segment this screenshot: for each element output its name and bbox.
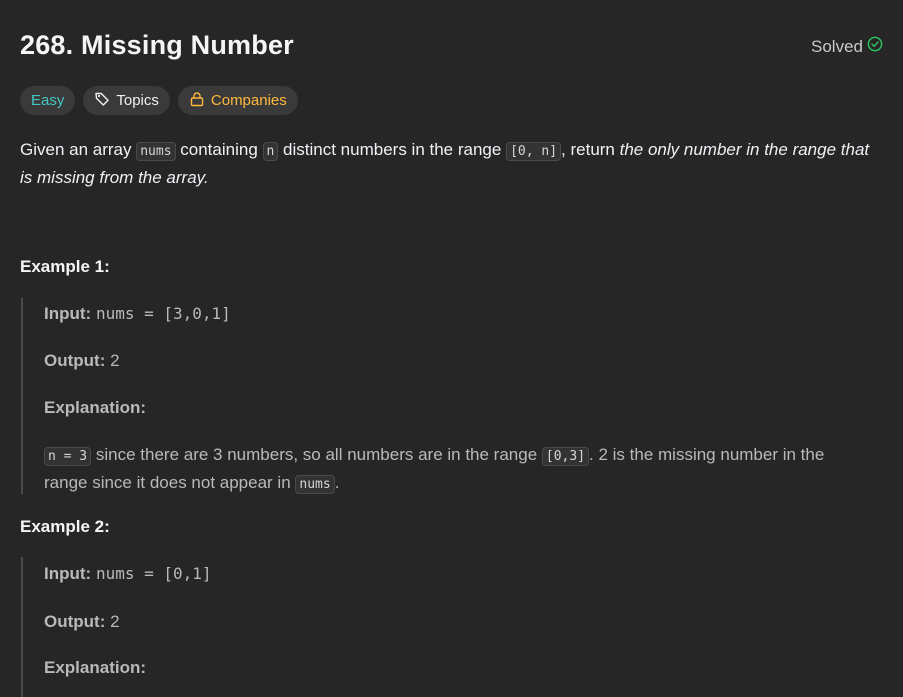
explanation-text: since there are 3 numbers, so all number… [91,445,542,464]
example-1-explanation: n = 3 since there are 3 numbers, so all … [44,442,864,498]
inline-code: nums [295,475,335,494]
inline-code: [0, n] [506,142,562,161]
description-text: distinct numbers in the range [278,140,507,159]
companies-label: Companies [210,92,287,109]
description-text: , return [561,140,620,159]
inline-code: n [262,142,279,161]
topics-button[interactable]: Topics [83,86,170,115]
companies-button[interactable]: Companies [177,86,298,115]
input-value: nums = [0,1] [95,564,212,583]
example-1-input: Input: nums = [3,0,1] [44,304,231,324]
output-label: Output: [44,612,106,631]
output-value: 2 [110,351,120,370]
inline-code: n = 3 [44,447,92,466]
problem-title: 268. Missing Number [20,30,294,60]
example-1-explanation-label: Explanation: [44,398,147,417]
solved-status: Solved [811,36,883,57]
example-2-block: Input: nums = [0,1] Output: 2 Explanatio… [21,557,882,697]
input-label: Input: [44,564,92,583]
output-label: Output: [44,351,106,370]
input-value: nums = [3,0,1] [95,304,231,323]
tag-row: Easy Topics Companies [20,86,298,115]
solved-label: Solved [811,36,863,56]
example-2-explanation-label: Explanation: [44,658,147,677]
tag-icon [94,91,110,111]
input-label: Input: [44,304,92,323]
inline-code: nums [136,142,176,161]
inline-code: [0,3] [541,447,590,466]
output-value: 2 [110,612,120,631]
example-1-title: Example 1: [20,257,110,276]
difficulty-badge: Easy [20,86,76,115]
example-2-title: Example 2: [20,517,110,536]
example-1-output: Output: 2 [44,351,120,371]
lock-icon [189,91,205,111]
example-1-block: Input: nums = [3,0,1] Output: 2 Explanat… [21,298,882,494]
example-2-output: Output: 2 [44,612,120,632]
example-2-input: Input: nums = [0,1] [44,564,212,584]
explanation-text: . [334,473,340,492]
check-circle-icon [867,36,883,57]
problem-description: Given an array nums containing n distinc… [20,137,882,191]
description-text: containing [175,140,263,159]
topics-label: Topics [116,92,159,109]
description-text: Given an array [20,140,137,159]
difficulty-label: Easy [31,92,65,109]
